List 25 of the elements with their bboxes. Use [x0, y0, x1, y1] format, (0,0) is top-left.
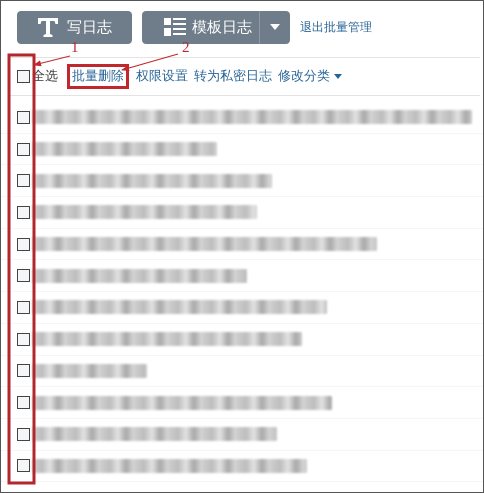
- caret-icon: [270, 24, 280, 30]
- arrow: [33, 56, 70, 66]
- action-link[interactable]: 权限设置: [136, 66, 188, 86]
- text-icon: [37, 17, 59, 37]
- checkbox[interactable]: [17, 269, 30, 282]
- annotation-number: 2: [182, 40, 190, 56]
- checkbox[interactable]: [17, 300, 30, 314]
- checkbox[interactable]: [17, 174, 30, 188]
- checkbox[interactable]: [17, 70, 30, 83]
- arrow: [121, 54, 178, 71]
- exit-batch-link[interactable]: 退出批量管理: [300, 18, 372, 36]
- checkbox[interactable]: [17, 428, 30, 441]
- action-link[interactable]: 批量删除: [70, 66, 126, 86]
- checkbox[interactable]: [17, 332, 30, 346]
- checkbox[interactable]: [17, 206, 30, 219]
- checkbox[interactable]: [17, 459, 30, 472]
- checkbox[interactable]: [17, 396, 30, 410]
- checkbox[interactable]: [17, 142, 30, 156]
- write-post-button[interactable]: 写日志: [17, 10, 132, 44]
- list-icon: [164, 17, 186, 37]
- action-link[interactable]: 转为私密日志: [194, 66, 272, 86]
- checkbox[interactable]: [17, 364, 30, 378]
- checkbox[interactable]: [17, 110, 30, 124]
- checkbox[interactable]: [17, 238, 30, 251]
- action-link[interactable]: 修改分类: [278, 66, 342, 86]
